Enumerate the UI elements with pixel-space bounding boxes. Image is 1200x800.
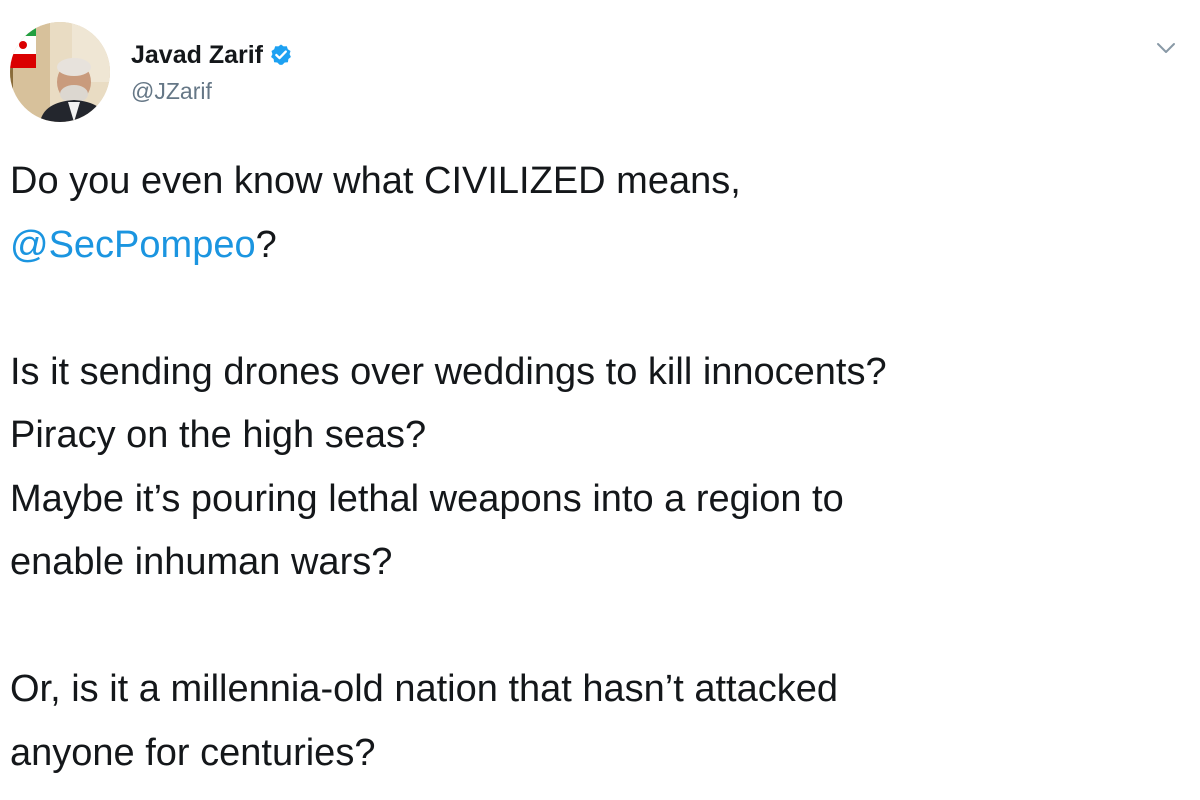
tweet-card: Javad Zarif @JZarif Do you even know wha…	[0, 0, 1200, 800]
name-row: Javad Zarif	[131, 40, 293, 70]
tweet-paragraph: Do you even know what CIVILIZED means, @…	[10, 150, 1180, 277]
tweet-line: Or, is it a millennia-old nation that ha…	[10, 668, 839, 710]
tweet-paragraph: Or, is it a millennia-old nation that ha…	[10, 658, 1180, 785]
tweet-line: Piracy on the high seas?	[10, 414, 427, 456]
verified-icon	[269, 43, 293, 67]
avatar[interactable]	[10, 22, 110, 122]
tweet-line: enable inhuman wars?	[10, 541, 393, 583]
tweet-line: anyone for centuries?	[10, 731, 376, 774]
avatar-image	[10, 22, 110, 122]
author-identity: Javad Zarif @JZarif	[131, 40, 293, 105]
tweet-text: Do you even know what CIVILIZED means, @…	[10, 150, 1180, 785]
tweet-paragraph: Is it sending drones over weddings to ki…	[10, 341, 1180, 595]
tweet-header: Javad Zarif @JZarif	[10, 22, 293, 122]
tweet-line: Is it sending drones over weddings to ki…	[10, 350, 887, 393]
tweet-line: Maybe it’s pouring lethal weapons into a…	[10, 477, 844, 520]
tweet-line: @SecPompeo?	[10, 214, 1180, 278]
tweet-line: Do you even know what CIVILIZED means,	[10, 160, 741, 202]
chevron-down-icon[interactable]	[1154, 36, 1178, 60]
author-display-name[interactable]: Javad Zarif	[131, 40, 263, 70]
tweet-line-text: ?	[255, 223, 277, 266]
author-handle[interactable]: @JZarif	[131, 77, 293, 105]
mention-link[interactable]: @SecPompeo	[10, 224, 256, 266]
